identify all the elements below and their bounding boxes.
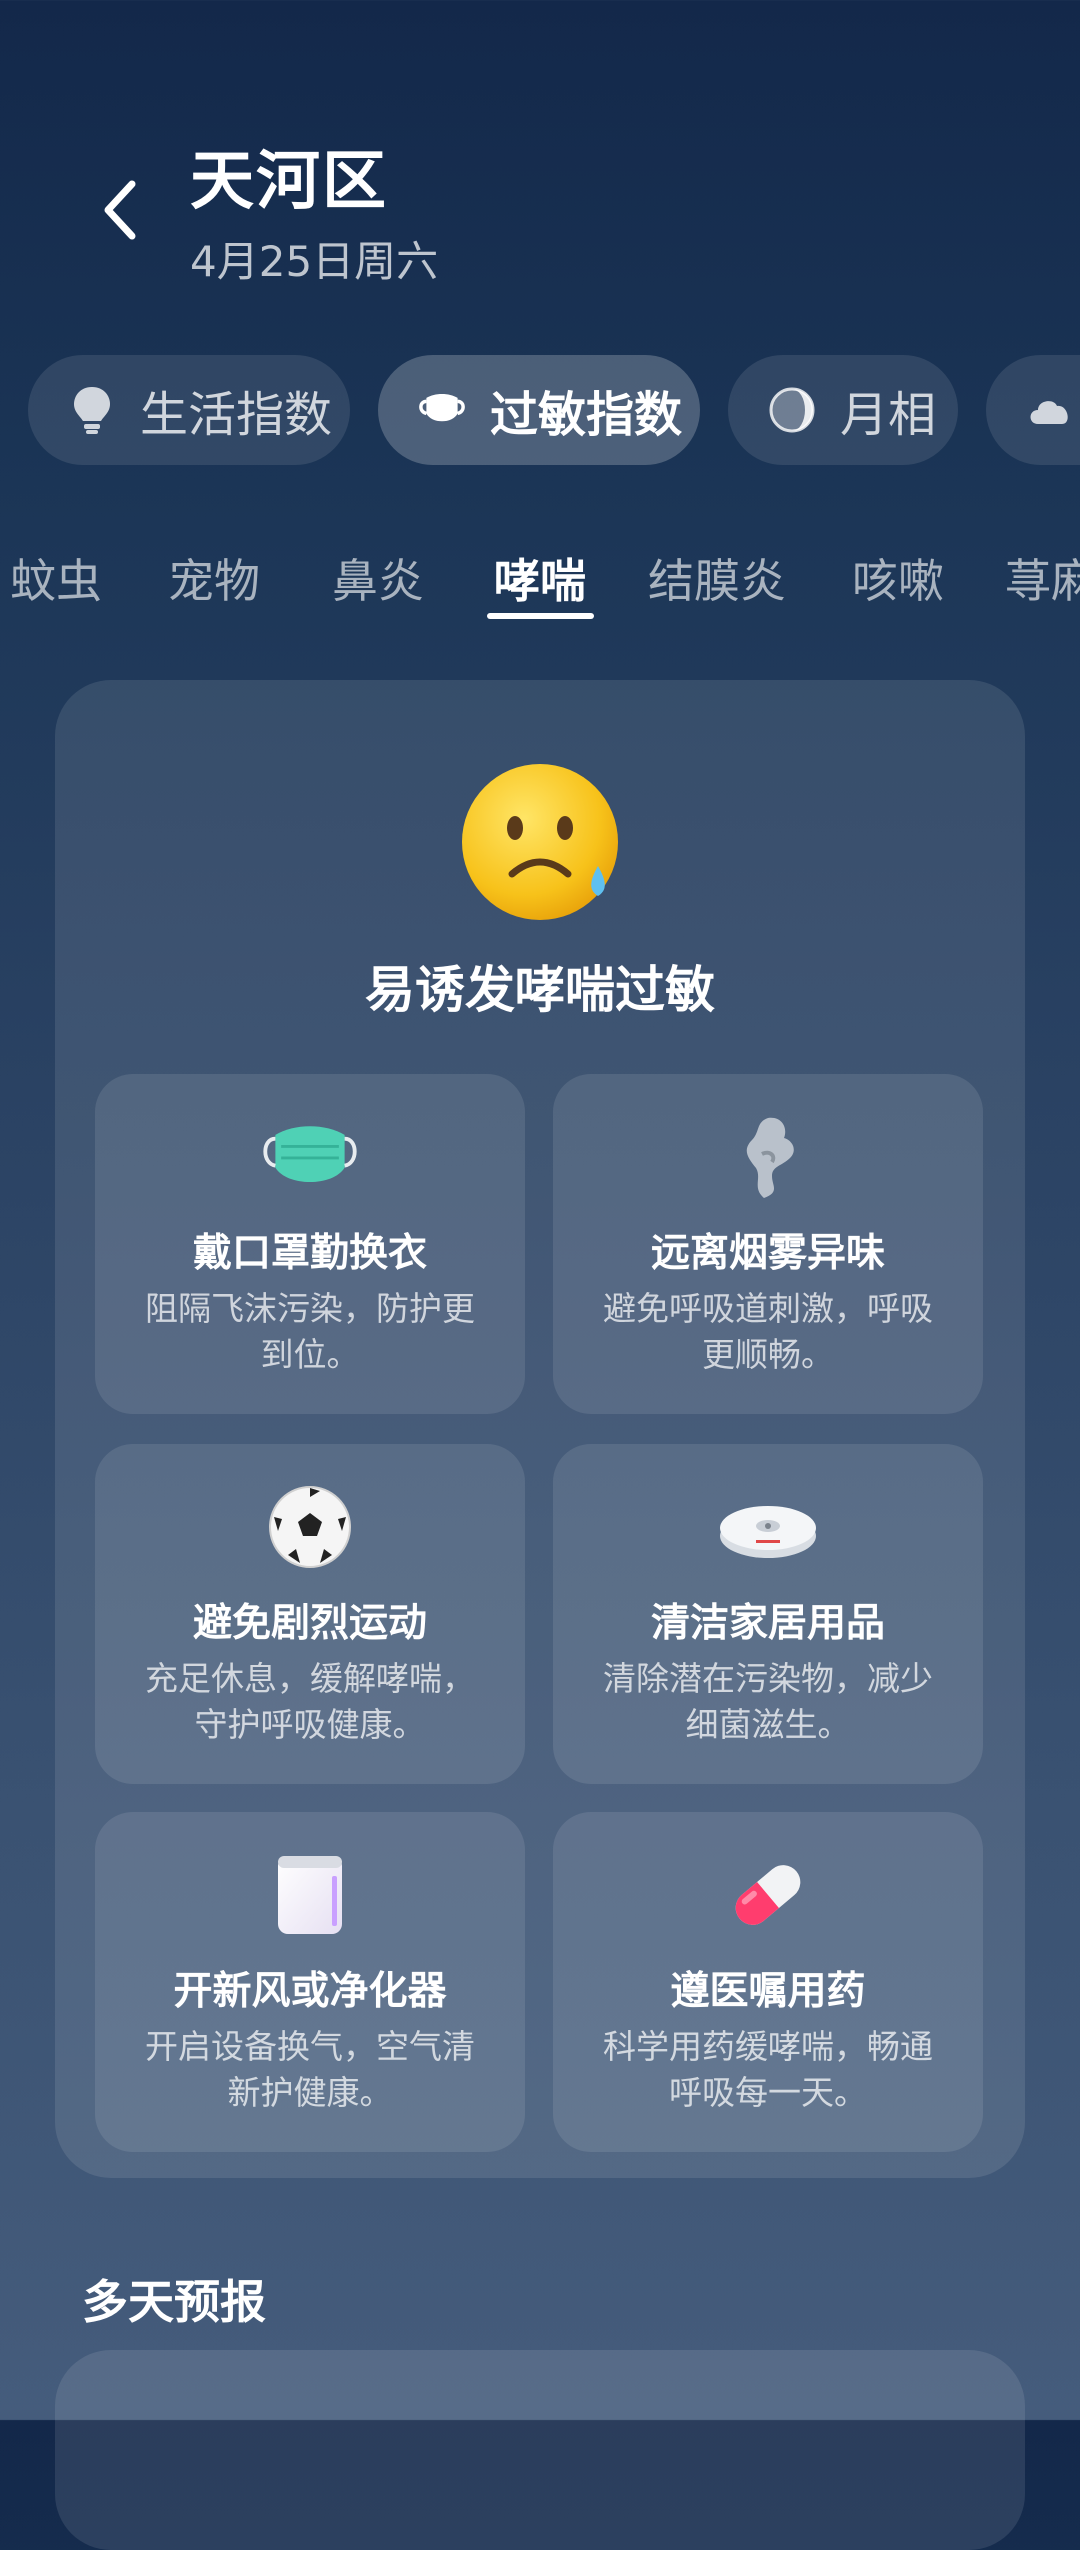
tab-label: 过敏指数 <box>490 387 683 443</box>
tab-allergy-index[interactable]: 过敏指数 <box>378 355 700 465</box>
back-button[interactable] <box>88 170 152 250</box>
sub-tab-asthma[interactable]: 哮喘 <box>494 545 586 611</box>
soccer-ball-icon <box>260 1482 360 1572</box>
tab-label: 生活指数 <box>140 387 333 443</box>
tip-description: 阻隔飞沫污染，防护更到位。 <box>145 1289 475 1374</box>
active-tab-indicator <box>487 613 594 619</box>
tip-title: 戴口罩勤换衣 <box>192 1231 427 1276</box>
tab-life-index[interactable]: 生活指数 <box>28 355 350 465</box>
tip-description: 充足休息，缓解哮喘，守护呼吸健康。 <box>145 1659 475 1744</box>
robot-vacuum-icon <box>718 1482 818 1572</box>
tab-moon-phase[interactable]: 月相 <box>728 355 958 465</box>
tip-card: 清洁家居用品 清除潜在污染物，减少细菌滋生。 <box>553 1444 983 1784</box>
header: 天河区 4月25日周六 <box>0 0 1080 320</box>
mask-icon <box>416 384 468 436</box>
sub-tab-mosquito[interactable]: 蚊虫 <box>10 545 102 611</box>
chevron-left-icon <box>104 180 136 240</box>
sub-tab-conjunctivitis[interactable]: 结膜炎 <box>648 545 786 611</box>
tip-card: 戴口罩勤换衣 阻隔飞沫污染，防护更到位。 <box>95 1074 525 1414</box>
sub-tab-pet[interactable]: 宠物 <box>168 545 260 611</box>
sub-tab-rhinitis[interactable]: 鼻炎 <box>332 545 424 611</box>
tip-description: 避免呼吸道刺激，呼吸更顺畅。 <box>603 1289 933 1374</box>
tip-description: 清除潜在污染物，减少细菌滋生。 <box>603 1659 933 1744</box>
air-purifier-icon <box>260 1850 360 1940</box>
face-mask-icon <box>260 1112 360 1202</box>
tab-weather-more[interactable] <box>986 355 1080 465</box>
allergy-sub-tabs: 蚊虫 宠物 鼻炎 哮喘 结膜炎 咳嗽 荨麻 <box>0 535 1080 625</box>
cloud-icon <box>1024 384 1076 436</box>
tip-description: 开启设备换气，空气清新护健康。 <box>145 2027 475 2112</box>
forecast-card[interactable] <box>55 2350 1025 2550</box>
date-subtitle: 4月25日周六 <box>190 237 439 286</box>
tip-card: 远离烟雾异味 避免呼吸道刺激，呼吸更顺畅。 <box>553 1074 983 1414</box>
pill-icon <box>718 1850 818 1940</box>
sad-face-icon <box>460 762 620 922</box>
tip-card: 开新风或净化器 开启设备换气，空气清新护健康。 <box>95 1812 525 2152</box>
tip-title: 清洁家居用品 <box>650 1601 885 1646</box>
tip-description: 科学用药缓哮喘，畅通呼吸每一天。 <box>603 2027 933 2112</box>
category-tabs: 生活指数 过敏指数 月相 <box>0 355 1080 465</box>
tab-label: 月相 <box>840 387 937 443</box>
tip-card: 遵医嘱用药 科学用药缓哮喘，畅通呼吸每一天。 <box>553 1812 983 2152</box>
tip-card: 避免剧烈运动 充足休息，缓解哮喘，守护呼吸健康。 <box>95 1444 525 1784</box>
sub-tab-cough[interactable]: 咳嗽 <box>852 545 944 611</box>
allergy-level-text: 易诱发哮喘过敏 <box>365 961 715 1019</box>
moon-phase-icon <box>766 384 818 436</box>
sub-tab-urticaria[interactable]: 荨麻 <box>1005 545 1080 611</box>
lightbulb-icon <box>66 384 118 436</box>
smoke-icon <box>718 1112 818 1202</box>
forecast-heading: 多天预报 <box>82 2275 266 2329</box>
tip-title: 遵医嘱用药 <box>670 1969 866 2014</box>
tip-title: 避免剧烈运动 <box>192 1601 427 1646</box>
tip-title: 开新风或净化器 <box>173 1969 447 2014</box>
tip-title: 远离烟雾异味 <box>650 1231 885 1276</box>
page-title: 天河区 <box>190 145 388 219</box>
